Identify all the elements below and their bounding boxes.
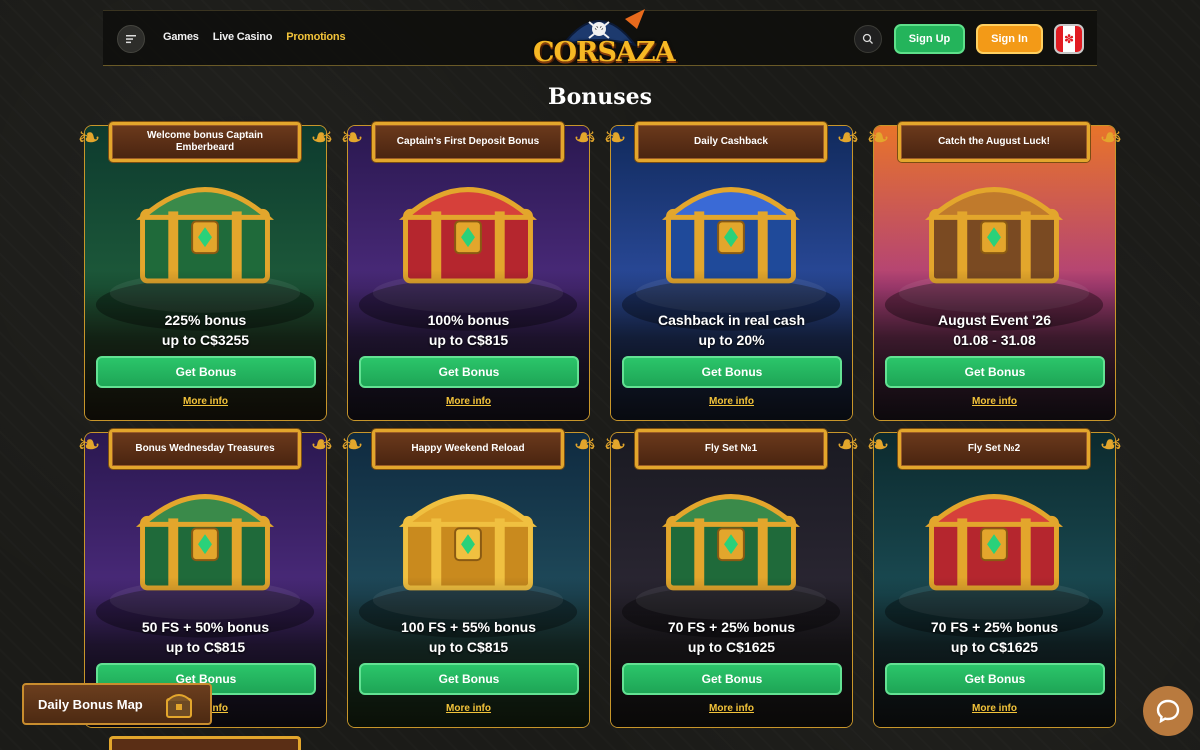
ribbon-scroll-left-icon: ❧ <box>866 428 890 461</box>
bonus-card: August Event '26 01.08 - 31.08 Get Bonus… <box>873 125 1116 421</box>
chat-bubble-icon <box>1156 699 1180 724</box>
bonus-card-title: Welcome bonus Captain Emberbeard <box>109 122 301 162</box>
main-nav: Games Live Casino Promotions <box>163 31 346 43</box>
bonus-card: 100 FS + 55% bonus up to C$815 Get Bonus… <box>347 432 590 728</box>
ribbon-scroll-left-icon: ❧ <box>340 121 364 154</box>
bonus-offer: 70 FS + 25% bonus <box>667 619 796 635</box>
get-bonus-button[interactable]: Get Bonus <box>359 356 579 388</box>
bonus-offer: 225% bonus <box>164 312 247 328</box>
bonus-limit: up to C$3255 <box>161 332 250 348</box>
ribbon-scroll-left-icon: ❧ <box>340 428 364 461</box>
ribbon-scroll-right-icon: ❧ <box>573 428 597 461</box>
bonus-limit: up to C$1625 <box>950 639 1039 655</box>
bonus-limit: up to 20% <box>698 332 765 348</box>
treasure-chest-icon <box>661 494 801 591</box>
treasure-chest-icon <box>135 187 275 284</box>
sign-up-button[interactable]: Sign Up <box>894 24 965 54</box>
bonus-offer: Cashback in real cash <box>657 312 806 328</box>
get-bonus-button[interactable]: Get Bonus <box>885 356 1105 388</box>
nav-promotions[interactable]: Promotions <box>286 31 345 43</box>
bonus-card: Cashback in real cash up to 20% Get Bonu… <box>610 125 853 421</box>
treasure-chest-icon <box>135 494 275 591</box>
more-info-link[interactable]: More info <box>348 396 589 407</box>
ribbon-scroll-left-icon: ❧ <box>866 121 890 154</box>
bonus-card-title: Daily Cashback <box>635 122 827 162</box>
site-logo[interactable]: CORSAZA <box>529 5 676 71</box>
ribbon-scroll-right-icon: ❧ <box>310 121 334 154</box>
bonus-card-title: Captain's First Deposit Bonus <box>372 122 564 162</box>
flag-band-left <box>1056 26 1063 52</box>
more-info-link[interactable]: More info <box>611 703 852 714</box>
bonus-offer: 100% bonus <box>427 312 510 328</box>
bonus-offer: 70 FS + 25% bonus <box>930 619 1059 635</box>
bonus-limit: up to C$1625 <box>687 639 776 655</box>
canada-flag-icon: ✽ <box>1063 32 1075 46</box>
more-info-link[interactable]: More info <box>85 396 326 407</box>
bonus-card-title: Happy Weekend Reload <box>372 429 564 469</box>
ribbon-scroll-right-icon: ❧ <box>1099 428 1123 461</box>
treasure-chest-icon <box>398 494 538 591</box>
bonus-card: 70 FS + 25% bonus up to C$1625 Get Bonus… <box>610 432 853 728</box>
ribbon-scroll-right-icon: ❧ <box>573 121 597 154</box>
bonus-limit: up to C$815 <box>428 639 509 655</box>
bonus-limit: 01.08 - 31.08 <box>953 332 1036 348</box>
treasure-chest-icon <box>661 187 801 284</box>
get-bonus-button[interactable]: Get Bonus <box>96 356 316 388</box>
ribbon-scroll-left-icon: ❧ <box>77 121 101 154</box>
page-title: Bonuses <box>547 84 653 110</box>
bonus-card-title: Catch the August Luck! <box>898 122 1090 162</box>
ribbon-scroll-left-icon: ❧ <box>603 428 627 461</box>
bonus-offer: August Event '26 <box>937 312 1052 328</box>
bonus-limit: up to C$815 <box>165 639 246 655</box>
get-bonus-button[interactable]: Get Bonus <box>885 663 1105 695</box>
bonus-offer: 100 FS + 55% bonus <box>401 619 536 635</box>
get-bonus-button[interactable]: Get Bonus <box>622 663 842 695</box>
daily-bonus-map-button[interactable]: Daily Bonus Map <box>22 683 212 725</box>
bonus-card: 100% bonus up to C$815 Get Bonus More in… <box>347 125 590 421</box>
bonus-card-title: Fly Set №1 <box>635 429 827 469</box>
treasure-chest-icon <box>398 187 538 284</box>
next-row-ribbon <box>109 736 301 750</box>
ribbon-scroll-left-icon: ❧ <box>603 121 627 154</box>
ribbon-scroll-right-icon: ❧ <box>836 428 860 461</box>
treasure-chest-icon <box>924 494 1064 591</box>
get-bonus-button[interactable]: Get Bonus <box>622 356 842 388</box>
menu-icon <box>126 35 136 44</box>
more-info-link[interactable]: More info <box>874 396 1115 407</box>
search-button[interactable] <box>854 25 882 53</box>
menu-button[interactable] <box>117 25 145 53</box>
ribbon-scroll-left-icon: ❧ <box>77 428 101 461</box>
chest-icon <box>166 694 192 718</box>
nav-live-casino[interactable]: Live Casino <box>213 31 273 43</box>
bonus-offer: 50 FS + 50% bonus <box>141 619 270 635</box>
flag-band-right <box>1075 26 1082 52</box>
live-chat-button[interactable] <box>1143 686 1193 736</box>
site-header: Games Live Casino Promotions CORSAZA Sig… <box>103 9 1097 68</box>
more-info-link[interactable]: More info <box>874 703 1115 714</box>
bonus-card-title: Bonus Wednesday Treasures <box>109 429 301 469</box>
nav-games[interactable]: Games <box>163 31 199 43</box>
search-icon <box>862 33 873 44</box>
ribbon-scroll-right-icon: ❧ <box>1099 121 1123 154</box>
bonus-card-title: Fly Set №2 <box>898 429 1090 469</box>
more-info-link[interactable]: More info <box>611 396 852 407</box>
get-bonus-button[interactable]: Get Bonus <box>359 663 579 695</box>
bonus-card: 225% bonus up to C$3255 Get Bonus More i… <box>84 125 327 421</box>
language-selector[interactable]: ✽ <box>1054 24 1084 54</box>
more-info-link[interactable]: More info <box>348 703 589 714</box>
sign-in-button[interactable]: Sign In <box>976 24 1043 54</box>
logo-wordmark: CORSAZA <box>533 37 676 68</box>
treasure-chest-icon <box>924 187 1064 284</box>
ribbon-scroll-right-icon: ❧ <box>836 121 860 154</box>
daily-bonus-map-label: Daily Bonus Map <box>38 696 143 712</box>
ribbon-scroll-right-icon: ❧ <box>310 428 334 461</box>
bonus-limit: up to C$815 <box>428 332 509 348</box>
bonus-card: 70 FS + 25% bonus up to C$1625 Get Bonus… <box>873 432 1116 728</box>
